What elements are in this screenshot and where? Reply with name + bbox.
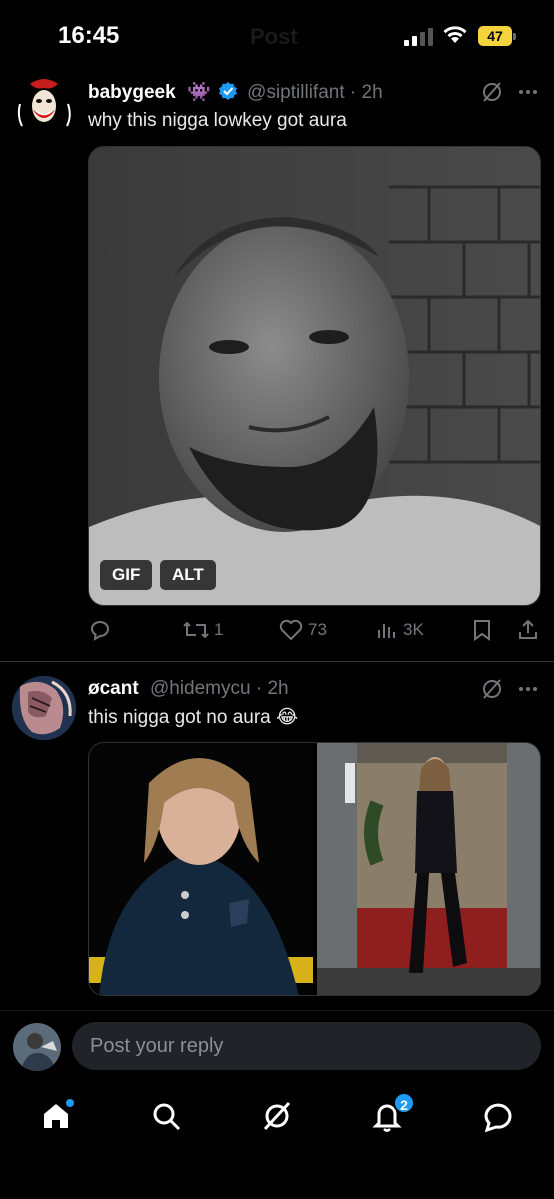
avatar[interactable] (12, 676, 76, 740)
share-icon (519, 619, 537, 639)
bookmark-icon (474, 620, 490, 641)
joker-avatar-image (12, 76, 76, 140)
repost-icon (183, 621, 209, 639)
tweet-images (88, 742, 541, 996)
avatar-image (12, 676, 76, 740)
tweet[interactable]: øcant @hidemycu · 2h this nigga got no a… (0, 662, 554, 1010)
notifications-badge: 2 (393, 1092, 415, 1114)
more-options-icon[interactable] (517, 678, 539, 700)
search-icon[interactable] (146, 1096, 186, 1136)
bookmark-button[interactable] (470, 615, 494, 645)
bottom-navigation: 2 (0, 1082, 554, 1199)
tweet-gif[interactable] (88, 146, 541, 606)
gif-image (89, 147, 540, 605)
avatar-image (13, 1023, 61, 1071)
repost-button[interactable]: 1 (182, 615, 223, 645)
grok-icon[interactable] (481, 81, 503, 103)
views-chart-icon (378, 624, 395, 638)
messages-icon[interactable] (478, 1096, 518, 1136)
home-unread-dot (66, 1099, 74, 1107)
tweet[interactable]: babygeek 👾 @siptillifant · 2h why this n… (0, 0, 554, 662)
grok-icon[interactable] (481, 678, 503, 700)
current-user-avatar[interactable] (13, 1023, 61, 1071)
handle[interactable]: @hidemycu (150, 678, 251, 699)
alt-text-button[interactable]: ALT (160, 560, 216, 590)
views-count: 3K (403, 620, 424, 639)
tweet-text: why this nigga lowkey got aura (88, 110, 347, 131)
heart-icon (279, 619, 303, 641)
tweet-header: babygeek 👾 @siptillifant · 2h (88, 80, 383, 104)
handle[interactable]: @siptillifant (247, 82, 344, 103)
display-name[interactable]: øcant (88, 678, 139, 699)
reply-input[interactable] (72, 1022, 541, 1070)
share-button[interactable] (516, 615, 540, 645)
display-name[interactable]: babygeek (88, 82, 176, 103)
tweet-text: this nigga got no aura 😂 (88, 707, 299, 728)
alien-monster-emoji: 👾 (186, 82, 211, 103)
timestamp: · 2h (255, 678, 289, 699)
timestamp: · 2h (349, 82, 383, 103)
avatar[interactable] (12, 76, 76, 140)
like-button[interactable]: 73 (278, 615, 327, 645)
grok-icon[interactable] (257, 1096, 297, 1136)
reply-icon (90, 621, 109, 641)
reply-button[interactable] (88, 615, 112, 645)
photo-man-in-hallway[interactable] (317, 743, 541, 996)
repost-count: 1 (214, 620, 224, 639)
verified-badge-icon (218, 82, 237, 100)
gif-label: GIF (100, 560, 153, 590)
tweet-actions: 1 73 3K (88, 615, 543, 645)
more-options-icon[interactable] (517, 81, 539, 103)
tweet-header: øcant @hidemycu · 2h (88, 678, 289, 700)
like-count: 73 (308, 620, 327, 639)
reply-composer (0, 1010, 554, 1082)
views-button[interactable]: 3K (375, 615, 424, 645)
